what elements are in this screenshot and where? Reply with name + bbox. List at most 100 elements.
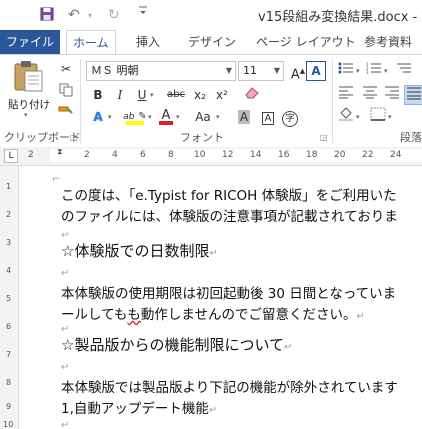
- align-left-button[interactable]: [336, 85, 356, 105]
- shading-a-icon: A: [237, 110, 251, 124]
- change-case-button[interactable]: Aa: [190, 107, 216, 127]
- strikethrough-button[interactable]: abc: [164, 85, 188, 105]
- clipboard-launcher-icon[interactable]: ◲: [70, 133, 78, 142]
- bullets-dropdown-icon[interactable]: ▾: [356, 67, 360, 75]
- ruler-number: 6: [140, 150, 146, 160]
- tab-selector[interactable]: L: [4, 149, 18, 163]
- multilevel-list-button[interactable]: [394, 61, 414, 81]
- horizontal-ruler[interactable]: L 2 ⧗ 2 4 6 8 10 12 14 16 18 20 22 24: [0, 147, 422, 166]
- numbering-dropdown-icon[interactable]: ▾: [384, 67, 388, 75]
- text-effects-button[interactable]: A: [88, 107, 108, 127]
- bullet-list-icon: [338, 62, 353, 74]
- borders-button[interactable]: [368, 107, 388, 127]
- vruler-number: 8: [6, 378, 12, 387]
- tab-insert[interactable]: 挿入: [136, 30, 160, 54]
- character-shading-button[interactable]: A: [234, 107, 254, 127]
- vruler-number: 1: [6, 182, 12, 191]
- text-effects-dropdown-icon[interactable]: ▾: [108, 113, 112, 121]
- title-bar: ↶ ▾ ↻ v15段組み変換結果.docx - Wo: [0, 0, 422, 30]
- paragraph-mark: ↵: [61, 268, 70, 279]
- vruler-number: 7: [6, 350, 12, 359]
- font-name-combo[interactable]: ＭＳ 明朝 ▼: [86, 61, 236, 81]
- bold-button[interactable]: B: [88, 85, 108, 105]
- copy-button[interactable]: [56, 83, 76, 103]
- justify-icon: [407, 87, 421, 100]
- doc-heading: ☆製品版からの機能制限について↵: [61, 334, 292, 355]
- superscript-button[interactable]: x²: [212, 85, 232, 105]
- tab-page-layout[interactable]: ページ レイアウト: [256, 30, 356, 54]
- indent-marker-icon[interactable]: ⧗: [57, 147, 63, 157]
- doc-line-text: 本体験版の使用期限は初回起動後 30 日間となっていま: [61, 286, 397, 302]
- eraser-icon: [245, 87, 259, 99]
- undo-dropdown-icon[interactable]: ▾: [88, 11, 92, 20]
- grow-font-icon: A: [290, 67, 300, 83]
- font-color-button[interactable]: A: [156, 105, 176, 125]
- chevron-down-icon: ▼: [225, 66, 232, 75]
- change-case-dropdown-icon[interactable]: ▾: [216, 113, 220, 121]
- customize-qat-icon[interactable]: [138, 5, 148, 21]
- vertical-ruler[interactable]: 1 2 3 4 5 6 7 8 9 10: [0, 166, 19, 429]
- numbered-list-icon: 123: [366, 62, 381, 75]
- multilevel-list-icon: [397, 63, 411, 73]
- clear-format-button[interactable]: A: [306, 61, 326, 81]
- paste-button[interactable]: 貼り付け ▾: [8, 59, 50, 119]
- grow-font-button[interactable]: A▲: [288, 61, 308, 83]
- font-size-combo[interactable]: 11 ▼: [238, 61, 284, 81]
- align-right-button[interactable]: [382, 85, 402, 105]
- ruler-number: 2: [28, 150, 34, 160]
- save-icon[interactable]: [40, 7, 54, 25]
- clipboard-icon: [14, 61, 43, 92]
- underline-button[interactable]: U: [132, 85, 152, 105]
- bullets-button[interactable]: [336, 61, 356, 81]
- format-painter-button[interactable]: [56, 105, 76, 125]
- underline-dropdown-icon[interactable]: ▾: [150, 91, 154, 99]
- italic-button[interactable]: I: [110, 85, 130, 105]
- align-center-icon: [363, 86, 377, 99]
- ruler-number: 24: [390, 150, 402, 160]
- paragraph-group-label: 段落: [400, 131, 422, 144]
- align-center-button[interactable]: [360, 85, 380, 105]
- tab-file[interactable]: ファイル: [0, 30, 60, 54]
- undo-icon[interactable]: ↶: [68, 7, 80, 23]
- highlight-button[interactable]: ab ✎: [122, 105, 148, 125]
- document-area[interactable]: ⌐ この度は、「e.Typist for RICOH 体験版」をご利用いた のフ…: [19, 166, 422, 429]
- highlight-dropdown-icon[interactable]: ▾: [148, 113, 152, 121]
- character-border-button[interactable]: A: [258, 107, 278, 127]
- tab-home[interactable]: ホーム: [66, 30, 116, 56]
- align-right-icon: [385, 86, 399, 99]
- ruler-number: 10: [194, 150, 206, 160]
- enclose-char-button[interactable]: 字: [280, 107, 300, 127]
- scissors-icon: ✂: [60, 62, 72, 76]
- paragraph-mark: ↵: [61, 362, 70, 373]
- cut-button[interactable]: ✂: [56, 59, 76, 79]
- doc-line: 本体験版では製品版より下記の機能が除外されています: [61, 376, 398, 396]
- subscript-button[interactable]: x₂: [190, 85, 210, 105]
- tab-design[interactable]: デザイン: [188, 30, 236, 54]
- doc-line: ールしてもも動作しませんのでご留意ください。↵: [61, 303, 365, 323]
- vruler-number: 2: [6, 210, 12, 219]
- shading-dropdown-icon[interactable]: ▾: [356, 113, 360, 121]
- numbering-button[interactable]: 123: [364, 61, 384, 81]
- font-launcher-icon[interactable]: ◲: [320, 133, 328, 142]
- document-title: v15段組み変換結果.docx - Wo: [258, 10, 422, 25]
- doc-line-text: のファイルには、体験版の注意事項が記載されておりま: [61, 209, 398, 225]
- group-separator: [80, 59, 81, 143]
- shading-button[interactable]: [336, 107, 356, 127]
- redo-icon[interactable]: ↻: [108, 7, 120, 23]
- eraser-button[interactable]: [242, 85, 262, 105]
- margin-corner-mark: ⌐: [52, 174, 61, 185]
- paste-label: 貼り付け: [8, 99, 50, 111]
- paragraph-mark: ↵: [209, 248, 218, 259]
- font-name-value: ＭＳ 明朝: [91, 64, 139, 77]
- spelling-error[interactable]: も: [127, 307, 141, 323]
- tab-references[interactable]: 参考資料: [364, 30, 412, 54]
- group-separator: [332, 59, 333, 143]
- vruler-number: 4: [6, 266, 12, 275]
- borders-dropdown-icon[interactable]: ▾: [388, 113, 392, 121]
- highlight-color-bar: [126, 121, 144, 125]
- justify-button[interactable]: [404, 85, 422, 105]
- borders-icon: [370, 107, 386, 121]
- font-color-dropdown-icon[interactable]: ▾: [176, 113, 180, 121]
- align-left-icon: [339, 86, 353, 99]
- copy-icon: [59, 83, 73, 97]
